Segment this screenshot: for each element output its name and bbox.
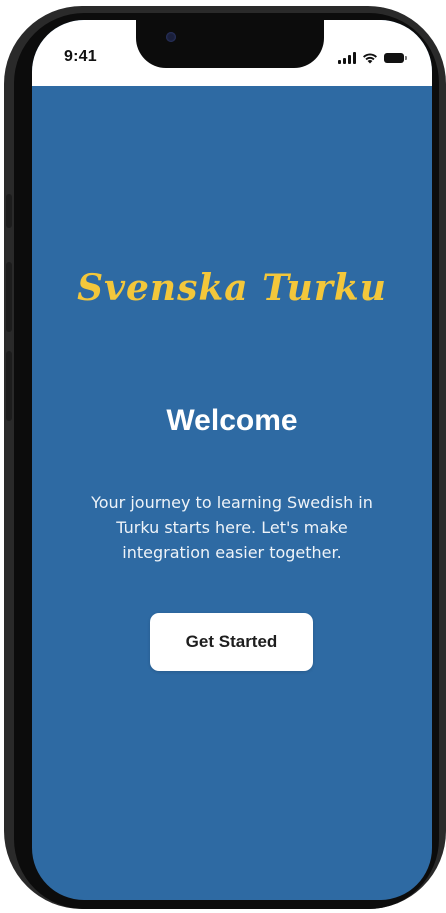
cellular-signal-icon <box>338 52 356 64</box>
get-started-button[interactable]: Get Started <box>150 613 313 671</box>
welcome-description: Your journey to learning Swedish in Turk… <box>91 493 373 562</box>
front-camera-icon <box>166 32 176 42</box>
volume-down-button <box>6 351 12 421</box>
camera-notch <box>136 20 324 68</box>
app-title: Svenska Turku <box>77 267 387 309</box>
wifi-icon <box>362 52 378 64</box>
welcome-heading: Welcome <box>166 404 298 437</box>
volume-up-button <box>6 262 12 332</box>
battery-icon <box>384 53 407 63</box>
status-icons <box>338 50 407 64</box>
status-bar: 9:41 <box>32 20 432 86</box>
phone-screen: 9:41 Svenska Turku Welcome Your journey … <box>32 20 432 900</box>
status-time: 9:41 <box>64 48 97 65</box>
mute-switch <box>6 194 12 228</box>
